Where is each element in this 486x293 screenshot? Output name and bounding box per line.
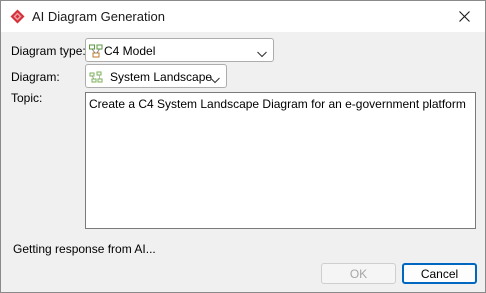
diagram-type-value: C4 Model <box>104 44 156 58</box>
diagram-select[interactable]: System Landscape <box>85 64 227 88</box>
topic-textarea[interactable]: Create a C4 System Landscape Diagram for… <box>85 92 476 229</box>
diagram-value: System Landscape <box>110 70 213 84</box>
close-button[interactable] <box>443 1 485 32</box>
close-icon <box>458 11 470 22</box>
diagram-type-label: Diagram type: <box>11 44 86 58</box>
dialog-window: AI Diagram Generation Diagram type: C4 M… <box>0 0 486 293</box>
app-logo-icon <box>10 9 25 24</box>
chevron-down-icon <box>210 73 220 84</box>
diagram-label: Diagram: <box>11 70 60 84</box>
diagram-type-select[interactable]: C4 Model <box>85 38 274 62</box>
chevron-down-icon <box>257 47 267 58</box>
c4-model-icon <box>89 44 103 58</box>
topic-text: Create a C4 System Landscape Diagram for… <box>89 97 466 111</box>
topic-label: Topic: <box>11 91 43 105</box>
status-text: Getting response from AI... <box>13 242 156 256</box>
cancel-button[interactable]: Cancel <box>402 263 477 284</box>
ok-button[interactable]: OK <box>321 263 396 284</box>
window-title: AI Diagram Generation <box>32 9 165 24</box>
title-bar[interactable]: AI Diagram Generation <box>1 1 485 32</box>
system-landscape-icon <box>89 70 103 84</box>
